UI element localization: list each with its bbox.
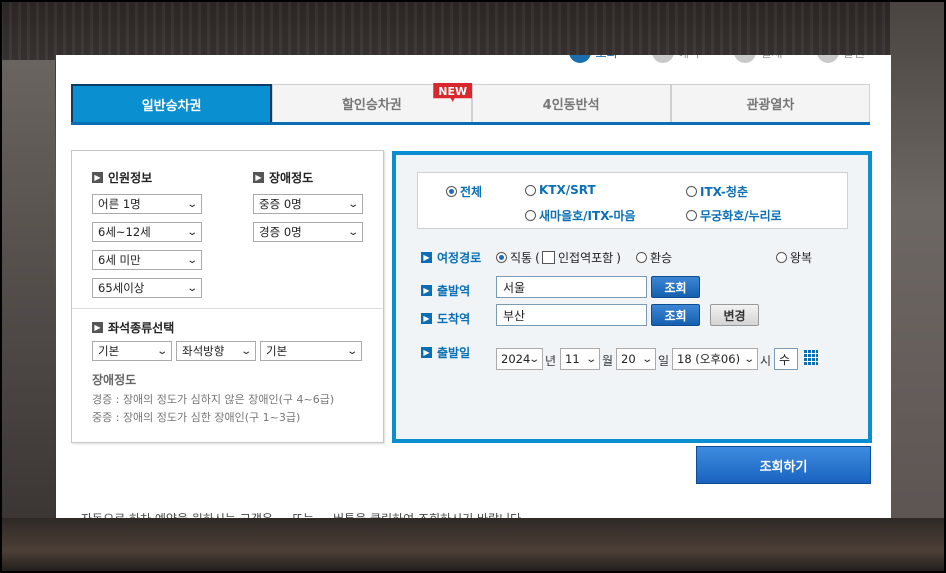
arrival-label: ▶ 도착역 [421, 310, 470, 327]
swap-stations-button[interactable]: 변경 [710, 304, 759, 326]
route-direct-radio[interactable]: 직통( [496, 249, 540, 266]
bullet-arrow-icon: ▶ [253, 172, 264, 183]
chevron-down-icon: ⌄ [239, 345, 252, 357]
checkbox-icon [542, 251, 555, 264]
chevron-down-icon: ⌄ [185, 282, 198, 294]
bullet-arrow-icon: ▶ [92, 322, 103, 333]
tab-general-ticket[interactable]: 일반승차권 [71, 84, 273, 122]
radio-selected-icon [496, 252, 507, 263]
tab-tourist-train[interactable]: 관광열차 [670, 84, 870, 122]
weekday-field: 수 [774, 348, 798, 370]
bullet-arrow-icon: ▶ [421, 252, 432, 263]
disability-info-severe: 중증 : 장애의 정도가 심한 장애인(구 1~3급) [92, 411, 301, 424]
journey-search-box: 전체 KTX/SRT ITX-청춘 새마을호/ITX-마음 무궁화호/누리로 ▶… [392, 151, 872, 443]
step-search: 조회> [569, 55, 630, 63]
chevron-down-icon: ⌄ [185, 254, 198, 266]
chevron-down-icon: ⌄ [185, 198, 198, 210]
passenger-options-box: ▶ 인원정보 어른 1명 ⌄ 6세~12세 ⌄ 6세 미만 ⌄ 65세이상 ⌄ ▶ 장애정도… [71, 150, 384, 443]
route-label: ▶ 여정경로 [421, 249, 481, 266]
search-trains-button[interactable]: 조회하기 [696, 446, 871, 484]
radio-icon [776, 252, 787, 263]
seat-type-select[interactable]: 기본 ⌄ [92, 341, 172, 361]
ticket-tabs: 일반승차권 할인승차권 NEW 4인동반석 관광열차 [71, 83, 870, 125]
radio-icon [686, 210, 697, 221]
hour-select[interactable]: 18 (오후06) ⌄ [672, 348, 758, 370]
step-payment: 결제> [734, 55, 795, 63]
tab-four-person-seat[interactable]: 4인동반석 [471, 84, 671, 122]
disability-section-title: ▶ 장애정도 [253, 169, 313, 186]
step-circle-icon [569, 55, 592, 63]
chevron-down-icon: ⌄ [155, 345, 168, 357]
background-building-right [890, 0, 946, 520]
background-building-left [0, 60, 55, 520]
section-divider [72, 308, 383, 309]
step-reserve: 예약> [651, 55, 712, 63]
adult-count-select[interactable]: 어른 1명 ⌄ [92, 194, 202, 214]
seat-position-select[interactable]: 기본 ⌄ [260, 341, 362, 361]
train-type-itx-cheongchun-radio[interactable]: ITX-청춘 [686, 183, 748, 200]
departure-station-input[interactable]: 서울 [496, 276, 647, 298]
chevron-down-icon: ⌄ [742, 353, 755, 365]
seat-direction-select[interactable]: 좌석방향 ⌄ [176, 341, 256, 361]
background-rooftops [0, 518, 946, 573]
bullet-arrow-icon: ▶ [421, 347, 432, 358]
senior-count-select[interactable]: 65세이상 ⌄ [92, 278, 202, 298]
year-unit: 년 [545, 354, 557, 368]
train-type-panel: 전체 KTX/SRT ITX-청춘 새마을호/ITX-마음 무궁화호/누리로 [417, 172, 848, 229]
chevron-down-icon: ⌄ [346, 226, 359, 238]
child-count-select[interactable]: 6세~12세 ⌄ [92, 222, 202, 242]
train-type-saemaeul-radio[interactable]: 새마을호/ITX-마음 [525, 207, 636, 224]
bullet-arrow-icon: ▶ [92, 172, 103, 183]
month-unit: 월 [602, 354, 614, 368]
departure-lookup-button[interactable]: 조회 [651, 276, 700, 298]
radio-icon [686, 186, 697, 197]
chevron-down-icon: ⌄ [528, 353, 541, 365]
route-transfer-radio[interactable]: 환승 [636, 249, 672, 266]
infant-count-select[interactable]: 6세 미만 ⌄ [92, 250, 202, 270]
bullet-arrow-icon: ▶ [421, 313, 432, 324]
radio-icon [525, 184, 536, 196]
tab-discount-ticket[interactable]: 할인승차권 NEW [272, 83, 473, 122]
departure-date-label: ▶ 출발일 [421, 344, 470, 361]
chevron-down-icon: ⌄ [185, 226, 198, 238]
hour-unit: 시 [760, 354, 772, 368]
step-circle-icon [734, 55, 757, 63]
progress-steps: 조회> 예약> 결제> 발권 [569, 55, 865, 63]
radio-icon [636, 252, 647, 263]
passenger-section-title: ▶ 인원정보 [92, 169, 152, 186]
step-issue: 발권 [816, 55, 865, 63]
disability-info-mild: 경증 : 장애의 정도가 심하지 않은 장애인(구 4~6급) [92, 393, 335, 406]
severe-disability-select[interactable]: 중증 0명 ⌄ [253, 194, 363, 214]
calendar-icon[interactable] [804, 350, 818, 365]
bullet-arrow-icon: ▶ [421, 285, 432, 296]
year-select[interactable]: 2024 ⌄ [496, 348, 543, 370]
reservation-panel: 조회> 예약> 결제> 발권 일반승차권 할인승차권NEW 4인동반석 관광열차… [56, 55, 891, 518]
mild-disability-select[interactable]: 경증 0명 ⌄ [253, 222, 363, 242]
route-round-trip-radio[interactable]: 왕복 [776, 249, 812, 266]
radio-icon [525, 210, 536, 221]
train-type-mugunghwa-radio[interactable]: 무궁화호/누리로 [686, 207, 782, 224]
disability-info-title: 장애정도 [92, 373, 137, 387]
include-nearby-checkbox[interactable]: 인접역포함) [542, 249, 621, 266]
chevron-down-icon: ⌄ [640, 353, 653, 365]
seat-section-title: ▶ 좌석종류선택 [92, 319, 174, 336]
day-select[interactable]: 20 ⌄ [616, 348, 656, 370]
chevron-down-icon: ⌄ [584, 353, 597, 365]
departure-label: ▶ 출발역 [421, 282, 470, 299]
train-type-all-radio[interactable]: 전체 [446, 183, 482, 200]
footer-notice: 자동으로 하차 예약을 원하시는 고객은 ... 또는 ... 버튼을 클릭하여… [81, 510, 521, 518]
day-unit: 일 [658, 354, 670, 368]
step-circle-icon [816, 55, 839, 63]
chevron-down-icon: ⌄ [345, 345, 358, 357]
arrival-station-input[interactable]: 부산 [496, 304, 647, 326]
train-type-ktx-radio[interactable]: KTX/SRT [525, 183, 596, 197]
step-circle-icon [651, 55, 674, 63]
radio-selected-icon [446, 186, 457, 197]
arrival-lookup-button[interactable]: 조회 [651, 304, 700, 326]
new-badge: NEW [433, 83, 473, 102]
chevron-down-icon: ⌄ [346, 198, 359, 210]
month-select[interactable]: 11 ⌄ [560, 348, 600, 370]
